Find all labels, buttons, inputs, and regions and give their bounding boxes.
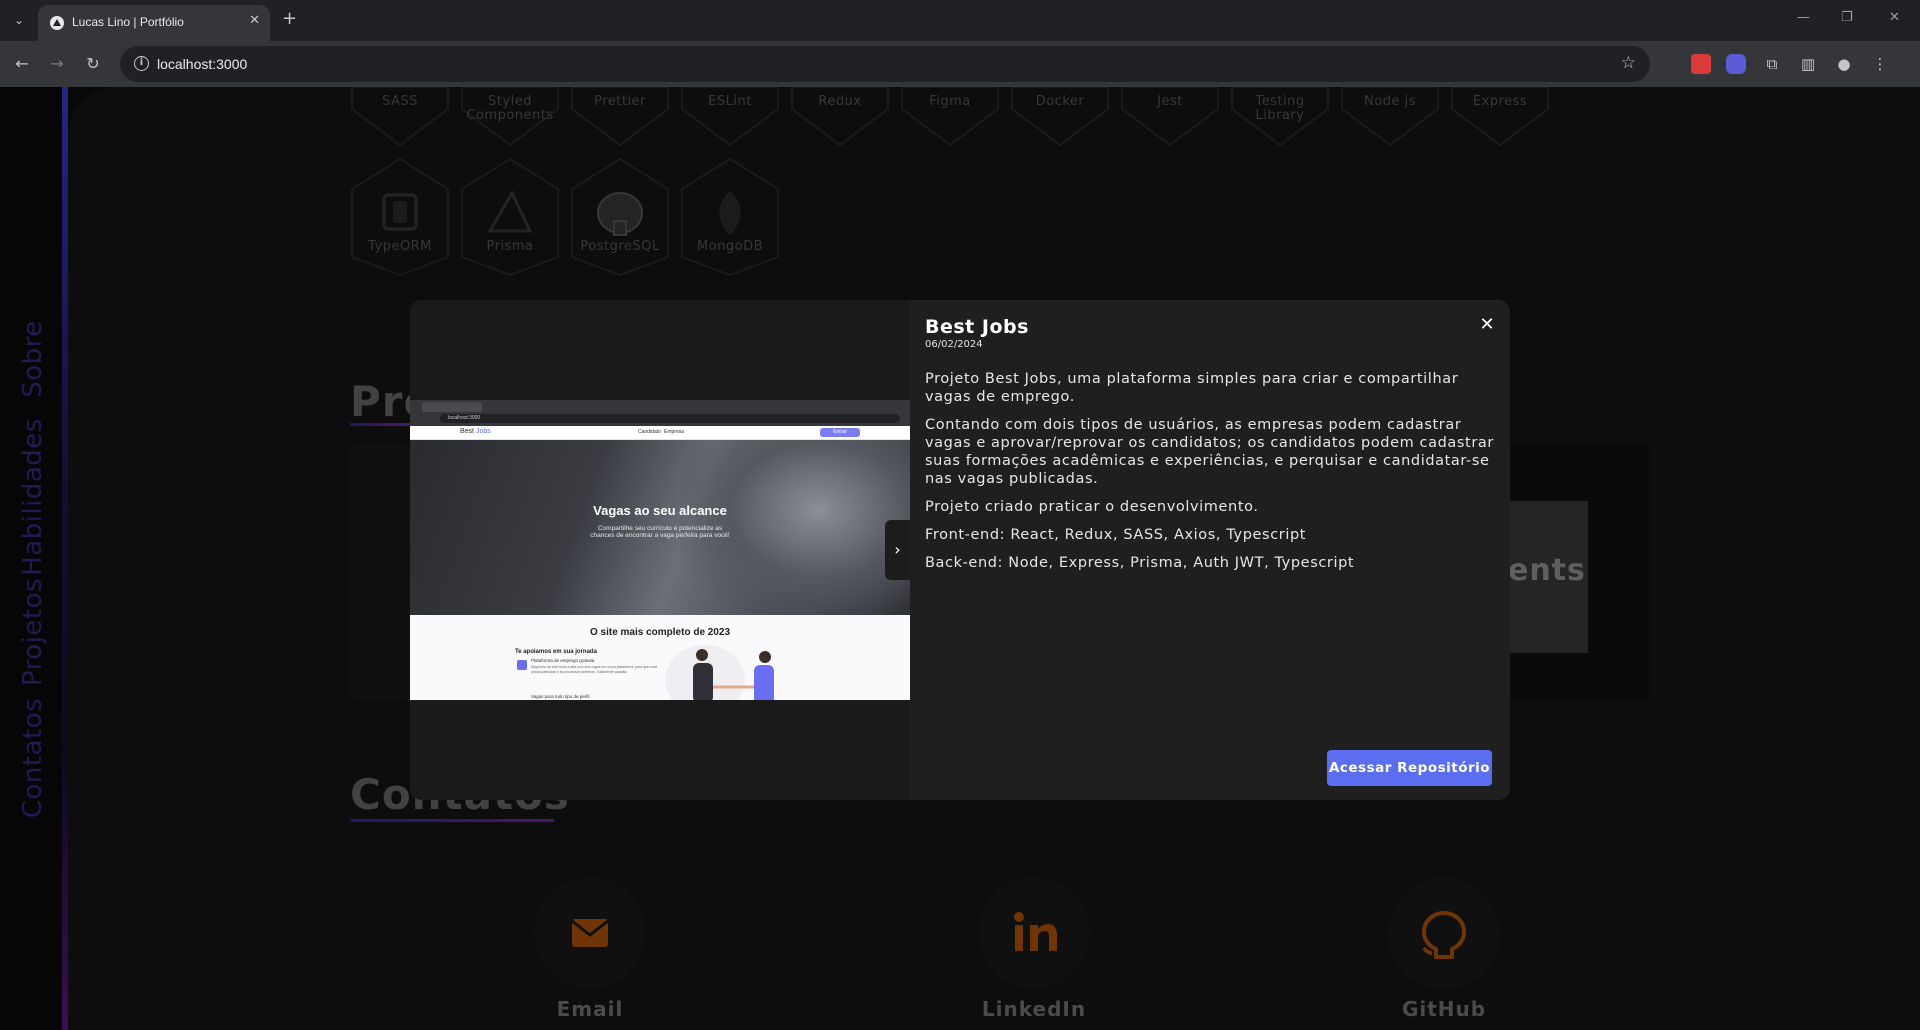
project-screenshot: localhost:3000 Best Jobs Candidato Empre… xyxy=(410,400,910,700)
project-gallery: localhost:3000 Best Jobs Candidato Empre… xyxy=(410,300,910,800)
description-paragraph: Projeto Best Jobs, uma plataforma simple… xyxy=(925,371,1459,405)
screenshot-handshake-illustration xyxy=(693,649,774,700)
extensions-puzzle-icon[interactable]: ⧉ xyxy=(1762,54,1782,74)
screenshot-feature-1: Plataforma de emprego gratuita xyxy=(531,658,595,663)
screenshot-address-bar: localhost:3000 xyxy=(440,414,900,423)
url-text[interactable]: localhost:3000 xyxy=(157,56,247,72)
screenshot-nav-link: Candidato xyxy=(638,429,661,435)
modal-title: Best Jobs xyxy=(925,316,1029,338)
screenshot-nav-link: Empresa xyxy=(664,429,685,435)
repository-button[interactable]: Acessar Repositório xyxy=(1327,750,1492,786)
tab-search-button[interactable]: ⌄ xyxy=(8,9,30,31)
tab-close-icon[interactable]: ✕ xyxy=(249,13,260,28)
screenshot-navbar: Best Jobs Candidato Empresa Entrar xyxy=(410,426,910,440)
browser-toolbar: ← → ↻ i localhost:3000 ☆ ⧉ ▥ ● ⋮ xyxy=(0,41,1920,87)
screenshot-feature-2: Vagas para todo tipo de perfil xyxy=(531,694,590,699)
screenshot-url: localhost:3000 xyxy=(448,415,481,421)
modal-description: Projeto Best Jobs, uma plataforma simple… xyxy=(925,370,1495,582)
tab-title: Lucas Lino | Portfólio xyxy=(72,15,184,29)
close-icon[interactable]: ✕ xyxy=(1476,314,1498,336)
screenshot-section: O site mais completo de 2023 Te apoiamos… xyxy=(410,615,910,700)
description-paragraph: Projeto criado praticar o desenvolviment… xyxy=(925,499,1259,515)
screenshot-logo: Best Jobs xyxy=(460,428,491,435)
site-info-icon[interactable]: i xyxy=(134,56,149,71)
new-tab-button[interactable]: + xyxy=(282,9,297,29)
browser-tab-bar: ⌄ Lucas Lino | Portfólio ✕ + — ❐ ✕ xyxy=(0,0,1920,41)
description-paragraph: Front-end: React, Redux, SASS, Axios, Ty… xyxy=(925,527,1307,543)
reload-icon[interactable]: ↻ xyxy=(81,52,105,76)
screenshot-section-title: O site mais completo de 2023 xyxy=(589,627,731,638)
portfolio-page: Sobre Habilidades Projetos Contatos SASS… xyxy=(0,87,1920,1030)
side-panel-icon[interactable]: ▥ xyxy=(1798,54,1818,74)
menu-kebab-icon[interactable]: ⋮ xyxy=(1870,54,1890,74)
screenshot-tab xyxy=(422,402,482,412)
screenshot-logo-text: Best xyxy=(460,428,475,435)
screenshot-hero-subtitle: Compartilhe seu currículo e potencialize… xyxy=(590,525,730,539)
bookmark-star-icon[interactable]: ☆ xyxy=(1621,53,1636,73)
browser-tab[interactable]: Lucas Lino | Portfólio ✕ xyxy=(38,5,270,41)
minimize-button[interactable]: — xyxy=(1797,10,1810,25)
screenshot-feature-1-desc: Disponha de todo front a alta com sua va… xyxy=(531,665,658,674)
back-icon[interactable]: ← xyxy=(10,52,34,76)
screenshot-hero-title: Vagas ao seu alcance xyxy=(593,503,727,518)
gallery-next-button[interactable]: › xyxy=(885,520,910,580)
modal-date: 06/02/2024 xyxy=(925,339,983,350)
screenshot-logo-accent: Jobs xyxy=(475,428,491,435)
project-details: Best Jobs 06/02/2024 ✕ Projeto Best Jobs… xyxy=(910,300,1510,800)
screenshot-feature-title: Te apoiamos em sua jornada xyxy=(515,649,597,655)
extension-purple-icon[interactable] xyxy=(1726,54,1746,74)
profile-icon[interactable]: ● xyxy=(1834,54,1854,74)
forward-icon[interactable]: → xyxy=(45,52,69,76)
favicon-icon xyxy=(50,16,64,30)
restore-button[interactable]: ❐ xyxy=(1841,10,1853,25)
description-paragraph: Contando com dois tipos de usuários, as … xyxy=(925,417,1494,487)
screenshot-enter-button: Entrar xyxy=(820,428,860,437)
window-close-button[interactable]: ✕ xyxy=(1889,10,1900,25)
address-bar[interactable]: i localhost:3000 ☆ xyxy=(120,46,1650,82)
screenshot-feature-icon xyxy=(517,660,527,670)
screenshot-browser-chrome: localhost:3000 xyxy=(410,400,910,426)
project-modal: localhost:3000 Best Jobs Candidato Empre… xyxy=(410,300,1510,800)
screenshot-hero: Vagas ao seu alcance Compartilhe seu cur… xyxy=(410,440,910,615)
description-paragraph: Back-end: Node, Express, Prisma, Auth JW… xyxy=(925,555,1355,571)
extension-red-icon[interactable] xyxy=(1691,54,1711,74)
